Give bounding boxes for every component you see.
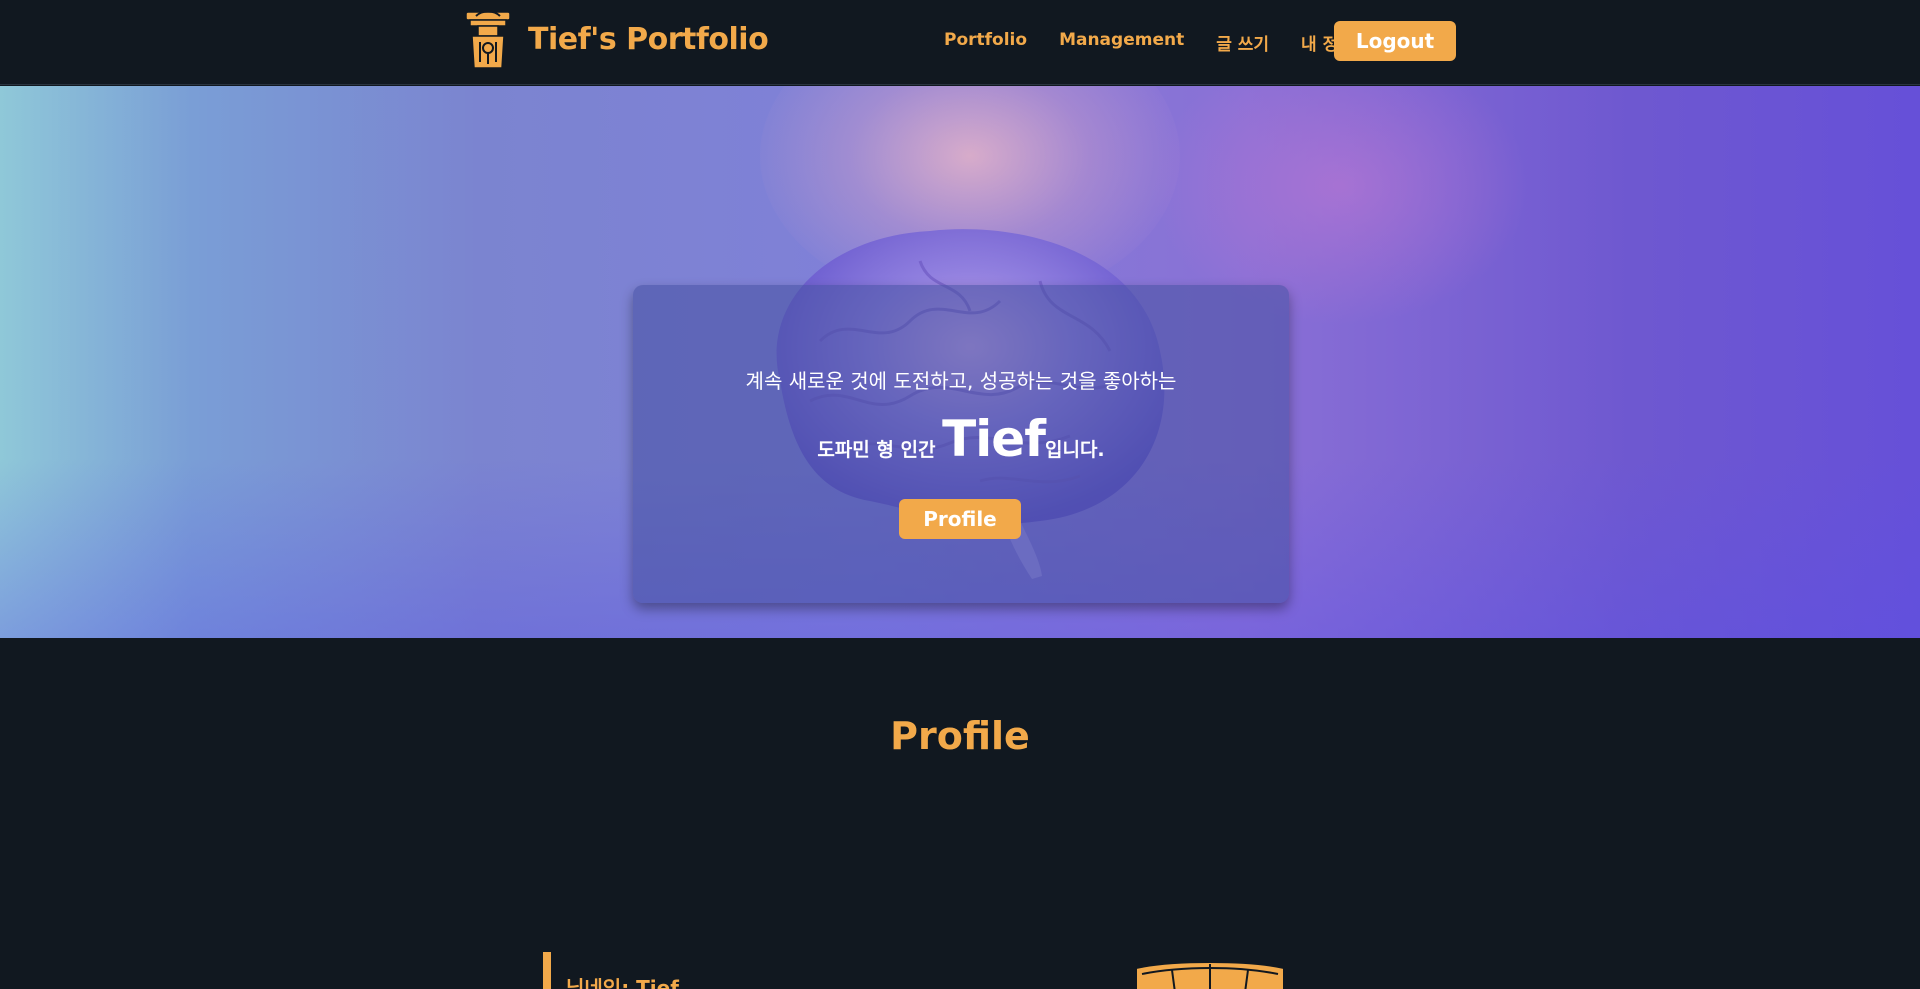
hero-intro-suffix: 입니다. [1044,439,1105,461]
nav-management[interactable]: Management [1059,30,1184,55]
profile-nickname: 닉네임: Tief [566,976,679,989]
logout-button[interactable]: Logout [1334,21,1456,61]
hero-name: Tief [942,410,1046,468]
hero-banner: 계속 새로운 것에 도전하고, 성공하는 것을 좋아하는 도파민 형 인간 Ti… [0,86,1920,638]
hero-card: 계속 새로운 것에 도전하고, 성공하는 것을 좋아하는 도파민 형 인간 Ti… [633,285,1289,603]
brand-title[interactable]: Tief's Portfolio [528,22,769,57]
profile-section-title: Profile [890,714,1030,758]
profile-button[interactable]: Profile [899,499,1021,539]
top-header: Tief's Portfolio Portfolio Management 글 … [0,0,1920,85]
logo-icon[interactable] [462,8,514,74]
hero-intro: 도파민 형 인간 Tief입니다. [633,410,1289,468]
profile-emblem-icon [1135,961,1285,989]
nav-write-post[interactable]: 글 쓰기 [1216,30,1269,55]
nav-portfolio[interactable]: Portfolio [944,30,1027,55]
profile-accent-bar [543,952,551,989]
main-nav: Portfolio Management 글 쓰기 내 정보 [944,30,1354,55]
hero-intro-prefix: 도파민 형 인간 [817,439,943,461]
hero-tagline: 계속 새로운 것에 도전하고, 성공하는 것을 좋아하는 [745,369,1177,393]
